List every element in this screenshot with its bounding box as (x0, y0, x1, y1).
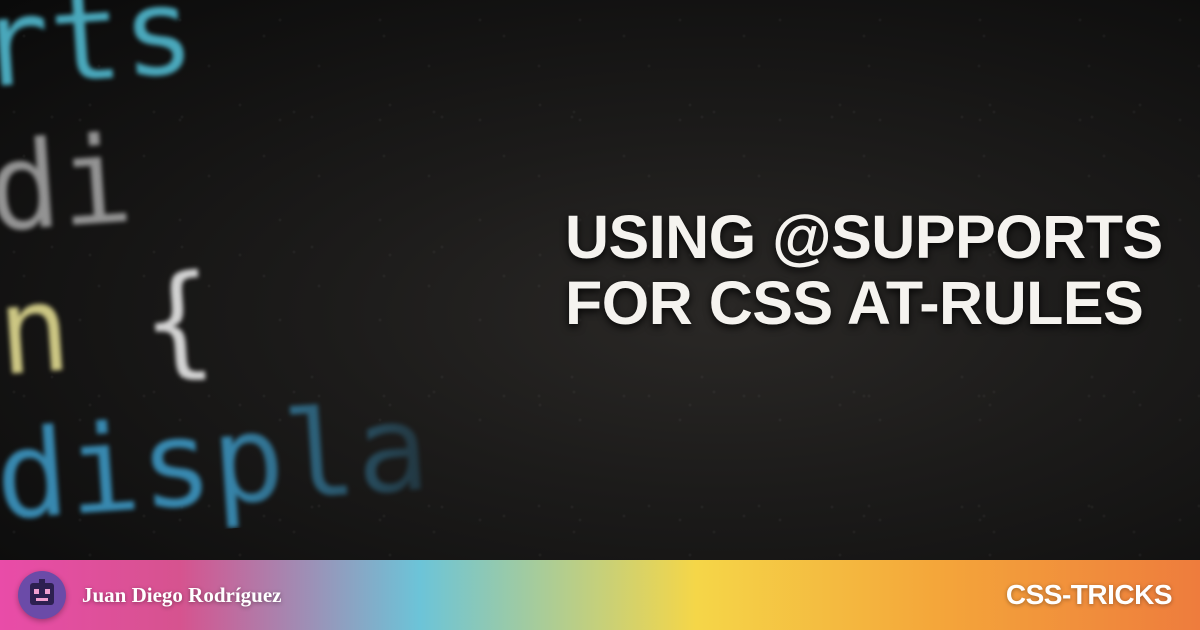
footer-bar: Juan Diego Rodríguez CSS-TRICKS (0, 560, 1200, 630)
author-avatar (18, 571, 66, 619)
robot-icon (24, 577, 60, 613)
social-card: orts (di in { displa USING @SUPPORTS FOR… (0, 0, 1200, 630)
title-line-2: FOR CSS AT-RULES (565, 269, 1143, 337)
author-name: Juan Diego Rodríguez (82, 583, 282, 608)
title-line-1: USING @SUPPORTS (565, 203, 1163, 271)
author-block: Juan Diego Rodríguez (18, 571, 282, 619)
article-title: USING @SUPPORTS FOR CSS AT-RULES (565, 205, 1165, 337)
site-logo-text: CSS-TRICKS (1006, 579, 1172, 611)
